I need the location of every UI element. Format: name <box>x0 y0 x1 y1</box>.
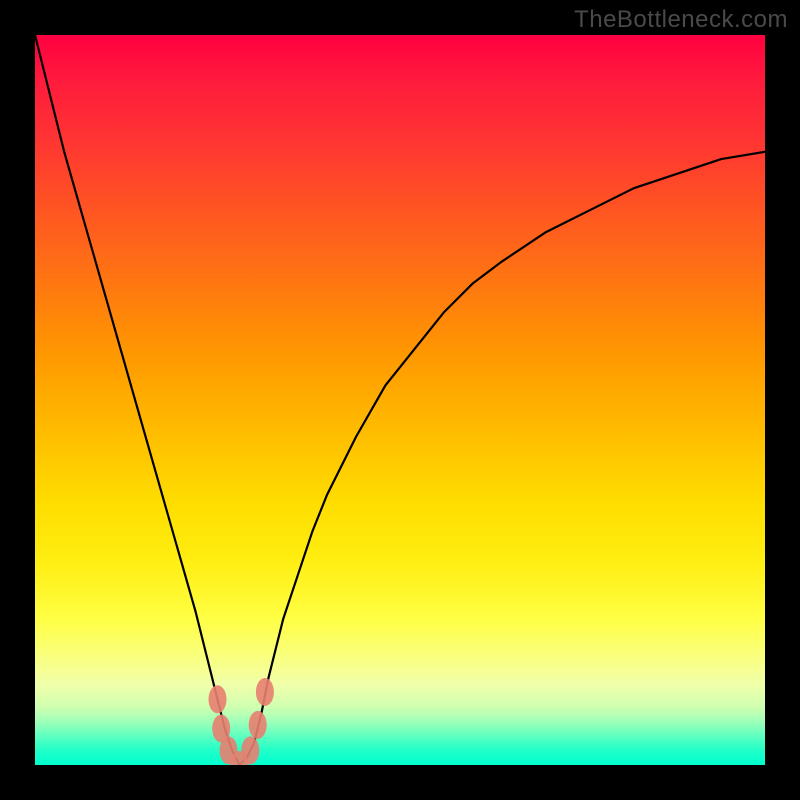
minimum-markers <box>209 678 274 765</box>
watermark-text: TheBottleneck.com <box>574 6 788 34</box>
marker-dot <box>241 736 259 764</box>
bottleneck-curve <box>35 35 765 765</box>
chart-container: TheBottleneck.com <box>0 0 800 800</box>
marker-dot <box>249 711 267 739</box>
curve-svg <box>35 35 765 765</box>
plot-area <box>35 35 765 765</box>
marker-dot <box>209 685 227 713</box>
marker-dot <box>256 678 274 706</box>
